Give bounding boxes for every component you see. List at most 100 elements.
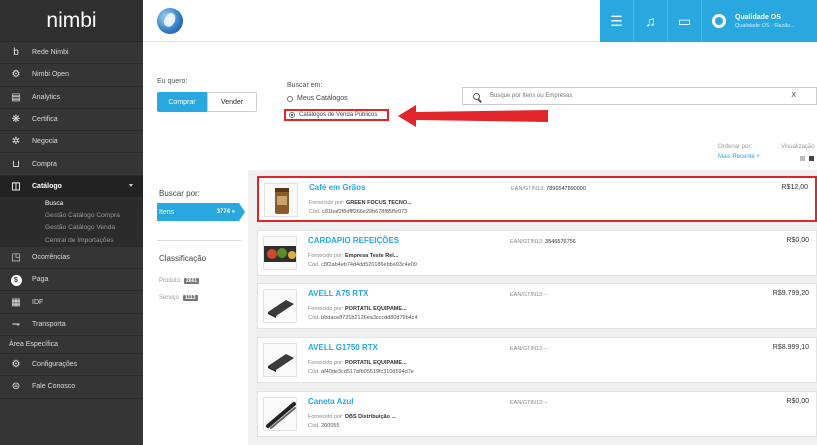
- sidebar-item-configuracoes[interactable]: ⚙ Configurações: [0, 354, 143, 377]
- red-arrow-annotation: [398, 105, 548, 127]
- book-icon: ◫: [11, 180, 21, 192]
- facet-label: Serviço: [159, 295, 180, 301]
- sidebar-item-idf[interactable]: ▦ IDF: [0, 291, 143, 314]
- search-bar[interactable]: Busque por Itens ou Empresas X: [462, 87, 817, 105]
- product-code: Cód. bbdace8731b2126ea3cccdd80d79b4c4: [308, 315, 418, 321]
- vender-button[interactable]: Vender: [207, 92, 257, 112]
- product-thumbnail: [263, 397, 297, 431]
- sidebar-item-label: Ocorrências: [32, 253, 70, 261]
- user-menu[interactable]: Qualidade OS Qualidade OS - Razão...: [735, 14, 795, 29]
- radio-button[interactable]: [287, 95, 293, 102]
- nimbi-logo[interactable]: nimbi: [0, 0, 143, 42]
- list-menu-icon[interactable]: ☰: [600, 0, 634, 42]
- product-code: Cód. c8f2ab4eb74d4dd520186ebba93c4e09: [308, 262, 417, 268]
- analytics-icon: ▤: [11, 91, 21, 103]
- user-company: Qualidade OS - Razão...: [735, 22, 795, 29]
- buscar-em-label: Buscar em:: [287, 82, 323, 89]
- sidebar-item-analytics[interactable]: ▤ Analytics: [0, 87, 143, 109]
- sidebar-item-certifica[interactable]: ❋ Certifica: [0, 109, 143, 132]
- sidebar-item-label: Paga: [32, 276, 49, 284]
- avatar[interactable]: [712, 14, 726, 28]
- radio-button-selected[interactable]: [289, 112, 295, 118]
- product-code: Cód. af40de3cd517afb05519fc310d594d7e: [308, 369, 414, 375]
- product-title[interactable]: Caneta Azul: [308, 397, 354, 406]
- sidebar-item-label: Fale Conosco: [32, 383, 76, 391]
- sidebar-item-transporta[interactable]: ⇁ Transporta: [0, 314, 143, 337]
- settings-icon: ⚙: [11, 359, 21, 371]
- tab-itens-label: Itens: [159, 208, 175, 216]
- top-bar-actions: ☰ ♫ ▭ Qualidade OS Qualidade OS - Razão.…: [600, 0, 817, 42]
- sidebar-item-ocorrencias[interactable]: ◳ Ocorrências: [0, 247, 143, 270]
- product-ean: EAN/GTIN13: -: [510, 346, 547, 352]
- search-input[interactable]: Busque por Itens ou Empresas: [490, 93, 572, 99]
- product-supplier: Fornecido por: Empresa Teste Rel...: [308, 253, 399, 259]
- product-ean: EAN/GTIN13: 7896547890000: [511, 186, 586, 192]
- facet-servico[interactable]: Serviço 1113: [159, 295, 198, 301]
- sidebar-subitem-central-importacoes[interactable]: Central de Importações: [0, 234, 143, 247]
- product-supplier: Fornecido por: DBS Distribuição ...: [308, 414, 397, 420]
- sidebar-item-rede-nimbi[interactable]: b Rede Nimbi: [0, 42, 143, 65]
- gear-icon: ⚙: [11, 69, 21, 81]
- chevron-down-icon: [129, 183, 133, 187]
- radio-label: Meus Catálogos: [297, 95, 348, 102]
- sidebar: nimbi b Rede Nimbi ⚙ Nimbi Open ▤ Analytics…: [0, 0, 143, 445]
- product-title[interactable]: CARDAPIO REFEIÇÕES: [308, 236, 399, 245]
- sidebar-subitem-gestao-compra[interactable]: Gestão Catálogo Compra: [0, 210, 143, 223]
- product-thumbnail: [263, 343, 297, 377]
- result-card[interactable]: AVELL G1750 RTX Fornecido por: PORTATIL …: [257, 337, 817, 383]
- sidebar-item-nimbi-open[interactable]: ⚙ Nimbi Open: [0, 64, 143, 87]
- result-card[interactable]: Caneta Azul Fornecido por: DBS Distribui…: [257, 391, 817, 437]
- idf-icon: ▦: [11, 296, 21, 308]
- product-price: R$0,00: [786, 237, 809, 244]
- buy-sell-toggle: Comprar Vender: [157, 92, 257, 112]
- product-code: Cód. 200055: [308, 423, 340, 429]
- sidebar-item-label: Nimbi Open: [32, 71, 69, 79]
- results-list: Café em Grãos Fornecido por: GREEN FOCUS…: [248, 170, 817, 445]
- sidebar-subitem-gestao-venda[interactable]: Gestão Catálogo Venda: [0, 222, 143, 235]
- product-price: R$9.799,20: [772, 290, 809, 297]
- certificate-icon: ❋: [11, 114, 21, 126]
- ordenar-por-label: Ordenar por:: [718, 144, 753, 150]
- product-title[interactable]: Café em Grãos: [309, 183, 365, 192]
- sidebar-item-label: IDF: [32, 298, 44, 306]
- product-price: R$8.999,10: [772, 344, 809, 351]
- tab-itens[interactable]: Itens 3774 »: [157, 203, 245, 221]
- search-icon: [473, 92, 480, 100]
- buscar-por-label: Buscar por:: [159, 189, 200, 198]
- sort-dropdown[interactable]: Mais Recente ˅: [718, 154, 760, 160]
- product-thumbnail: [264, 183, 298, 217]
- product-thumbnail: [263, 236, 297, 270]
- bell-icon[interactable]: ♫: [634, 0, 668, 42]
- radio-catalogos-publicos[interactable]: Catálogos de Venda Públicos: [284, 109, 389, 121]
- sidebar-subitem-busca[interactable]: Busca: [0, 198, 143, 211]
- product-title[interactable]: AVELL G1750 RTX: [308, 343, 378, 352]
- product-code: Cód. c81baf2f8dfff266e29b678f85ffe073: [309, 209, 408, 215]
- sidebar-item-negocia[interactable]: ✲ Negocia: [0, 131, 143, 154]
- result-card[interactable]: Café em Grãos Fornecido por: GREEN FOCUS…: [257, 176, 817, 222]
- sidebar-item-paga[interactable]: $ Paga: [0, 269, 143, 292]
- message-icon[interactable]: ▭: [668, 0, 702, 42]
- product-title[interactable]: AVELL A75 RTX: [308, 289, 368, 298]
- list-view-icon[interactable]: [809, 156, 814, 161]
- user-name: Qualidade OS: [735, 13, 781, 21]
- sidebar-item-label: Rede Nimbi: [32, 49, 69, 57]
- sidebar-item-label: Analytics: [32, 93, 61, 101]
- grid-view-icon[interactable]: [800, 156, 805, 161]
- sidebar-item-catalogo[interactable]: ◫ Catálogo: [0, 175, 143, 199]
- facet-count-badge: 1113: [183, 295, 198, 301]
- clear-search-icon[interactable]: X: [791, 92, 796, 99]
- document-icon: ◳: [11, 251, 21, 263]
- b-icon: b: [13, 47, 19, 59]
- facet-produto[interactable]: Produto 2661: [159, 278, 200, 284]
- comprar-button[interactable]: Comprar: [157, 92, 207, 112]
- sidebar-item-compra[interactable]: ⊔ Compra: [0, 153, 143, 176]
- main-content: Eu quero: Comprar Vender Buscar em: Meus…: [143, 42, 817, 445]
- sidebar-item-label: Configurações: [32, 361, 78, 369]
- globe-logo-icon[interactable]: [157, 8, 183, 34]
- result-card[interactable]: CARDAPIO REFEIÇÕES Fornecido por: Empres…: [257, 230, 817, 276]
- dollar-icon: $: [10, 274, 22, 286]
- result-card[interactable]: AVELL A75 RTX Fornecido por: PORTATIL EQ…: [257, 283, 817, 329]
- radio-meus-catalogos[interactable]: Meus Catálogos: [287, 95, 348, 102]
- eu-quero-label: Eu quero:: [157, 78, 188, 85]
- sidebar-item-fale-conosco[interactable]: ⊜ Fale Conosco: [0, 376, 143, 399]
